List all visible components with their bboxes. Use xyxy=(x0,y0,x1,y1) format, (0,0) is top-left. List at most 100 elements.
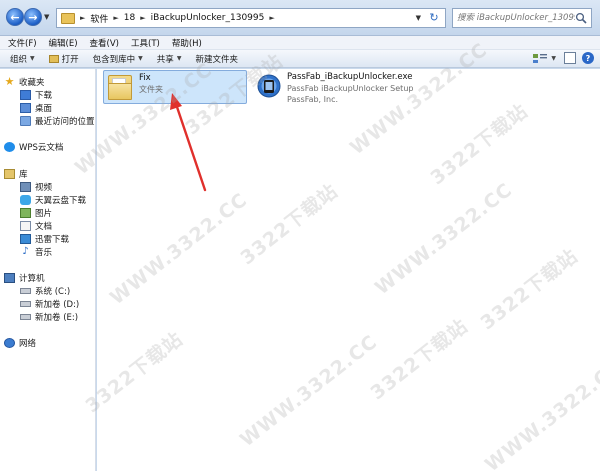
file-item-text: Fix 文件夹 xyxy=(139,73,163,95)
nav-item-label: 系统 (C:) xyxy=(35,287,71,297)
share-button[interactable]: 共享 ▼ xyxy=(157,53,182,65)
breadcrumb-separator[interactable]: ► xyxy=(80,14,85,22)
file-name: Fix xyxy=(139,73,151,83)
nav-item-tianyi-cloud[interactable]: 天翼云盘下载 xyxy=(20,194,86,206)
back-button[interactable]: ← xyxy=(6,8,24,26)
recent-pages-dropdown[interactable]: ▼ xyxy=(44,13,49,21)
breadcrumb-separator[interactable]: ► xyxy=(113,14,118,22)
nav-item-drive-d[interactable]: 新加卷 (D:) xyxy=(20,298,79,310)
cloud-drive-icon xyxy=(20,195,31,205)
folder-icon xyxy=(61,12,75,24)
nav-item-documents[interactable]: 文档 xyxy=(20,220,52,232)
menu-file[interactable]: 文件(F) xyxy=(8,37,37,49)
nav-computer[interactable]: 计算机 xyxy=(4,272,45,284)
breadcrumb-separator[interactable]: ► xyxy=(269,14,274,22)
address-history-dropdown[interactable]: ▼ xyxy=(416,14,421,22)
menu-view[interactable]: 查看(V) xyxy=(90,37,119,49)
view-options-icon[interactable] xyxy=(532,52,548,64)
breadcrumb-item[interactable]: 18 xyxy=(124,13,135,23)
nav-item-videos[interactable]: 视频 xyxy=(20,181,52,193)
open-folder-icon xyxy=(48,54,59,63)
include-library-label: 包含到库中 xyxy=(92,54,136,65)
nav-item-label: 天翼云盘下载 xyxy=(35,196,87,206)
open-label: 打开 xyxy=(61,54,79,65)
breadcrumb-item[interactable]: 软件 xyxy=(90,12,108,25)
breadcrumb-item[interactable]: iBackupUnlocker_130995 xyxy=(151,13,265,23)
music-icon: ♪ xyxy=(22,246,29,257)
refresh-icon[interactable]: ↻ xyxy=(426,11,442,25)
nav-item-label: 迅雷下载 xyxy=(35,235,70,245)
downloads-icon xyxy=(20,90,31,100)
organize-label: 组织 xyxy=(10,54,28,65)
nav-item-label: 音乐 xyxy=(35,248,53,258)
arrow-left-icon: ← xyxy=(10,10,20,24)
pictures-icon xyxy=(20,208,31,218)
documents-icon xyxy=(20,221,31,231)
file-company: PassFab, Inc. xyxy=(287,95,339,104)
include-in-library-button[interactable]: 包含到库中 ▼ xyxy=(93,53,143,65)
nav-item-label: 最近访问的位置 xyxy=(35,117,95,127)
desktop-icon xyxy=(20,103,31,113)
share-label: 共享 xyxy=(156,54,174,65)
command-bar: 组织 ▼ 打开 包含到库中 ▼ 共享 ▼ 新建文件夹 ▼ ? xyxy=(0,50,600,68)
drive-icon xyxy=(20,301,31,307)
navigation-pane: ★ 收藏夹 下载 桌面 最近访问的位置 WPS云文档 库 视频 天翼云盘下载 图… xyxy=(0,69,96,471)
breadcrumb-separator[interactable]: ► xyxy=(140,14,145,22)
organize-button[interactable]: 组织 ▼ xyxy=(10,53,35,65)
open-button[interactable]: 打开 xyxy=(48,53,79,65)
forward-button[interactable]: → xyxy=(24,8,42,26)
installer-icon xyxy=(257,74,281,98)
nav-item-drive-c[interactable]: 系统 (C:) xyxy=(20,285,70,297)
nav-item-xunlei[interactable]: 迅雷下载 xyxy=(20,233,69,245)
nav-item-label: 文档 xyxy=(35,222,53,232)
search-input[interactable] xyxy=(457,13,575,23)
arrow-right-icon: → xyxy=(28,10,38,24)
nav-item-label: 图片 xyxy=(35,209,53,219)
chevron-down-icon[interactable]: ▼ xyxy=(551,55,556,62)
address-toolbar: ← → ▼ ► 软件 ► 18 ► iBackupUnlocker_130995… xyxy=(0,0,600,36)
view-controls: ▼ ? xyxy=(532,52,594,64)
nav-favorites[interactable]: ★ 收藏夹 xyxy=(4,76,45,88)
nav-network[interactable]: 网络 xyxy=(4,337,36,349)
wps-cloud-icon xyxy=(4,142,15,152)
folder-icon xyxy=(108,73,132,101)
nav-wps-label: WPS云文档 xyxy=(19,143,64,153)
nav-item-label: 视频 xyxy=(35,183,53,193)
nav-item-pictures[interactable]: 图片 xyxy=(20,207,52,219)
nav-libraries[interactable]: 库 xyxy=(4,168,28,180)
file-name: PassFab_iBackupUnlocker.exe xyxy=(287,72,413,82)
library-icon xyxy=(4,169,15,179)
nav-item-music[interactable]: ♪ 音乐 xyxy=(20,246,53,259)
nav-item-downloads[interactable]: 下载 xyxy=(20,89,52,101)
file-type: 文件夹 xyxy=(139,85,163,94)
nav-item-drive-e[interactable]: 新加卷 (E:) xyxy=(20,311,78,323)
preview-pane-icon[interactable] xyxy=(564,52,576,64)
nav-libraries-label: 库 xyxy=(19,170,28,180)
menu-edit[interactable]: 编辑(E) xyxy=(49,37,78,49)
xunlei-icon xyxy=(20,234,31,244)
search-box[interactable] xyxy=(452,8,592,28)
file-item-text: PassFab_iBackupUnlocker.exe PassFab iBac… xyxy=(287,72,413,105)
help-icon[interactable]: ? xyxy=(582,52,594,64)
nav-computer-label: 计算机 xyxy=(19,274,45,284)
drive-icon xyxy=(20,314,31,320)
nav-item-label: 下载 xyxy=(35,91,53,101)
nav-item-label: 新加卷 (D:) xyxy=(35,300,80,310)
computer-icon xyxy=(4,273,15,283)
nav-item-desktop[interactable]: 桌面 xyxy=(20,102,52,114)
address-bar[interactable]: ► 软件 ► 18 ► iBackupUnlocker_130995 ► ▼ ↻ xyxy=(56,8,446,28)
nav-network-label: 网络 xyxy=(19,339,37,349)
nav-item-label: 新加卷 (E:) xyxy=(35,313,79,323)
search-icon[interactable] xyxy=(575,12,587,24)
nav-item-label: 桌面 xyxy=(35,104,53,114)
menu-tools[interactable]: 工具(T) xyxy=(131,37,160,49)
nav-wps-cloud[interactable]: WPS云文档 xyxy=(4,141,63,153)
nav-item-recent-places[interactable]: 最近访问的位置 xyxy=(20,115,95,127)
new-folder-button[interactable]: 新建文件夹 xyxy=(195,53,238,65)
menu-help[interactable]: 帮助(H) xyxy=(172,37,202,49)
star-icon: ★ xyxy=(4,75,15,88)
file-item-exe[interactable]: PassFab_iBackupUnlocker.exe PassFab iBac… xyxy=(253,70,443,104)
file-item-fix-folder[interactable]: Fix 文件夹 xyxy=(103,70,247,104)
video-icon xyxy=(20,182,31,192)
menu-bar: 文件(F) 编辑(E) 查看(V) 工具(T) 帮助(H) xyxy=(0,36,600,50)
